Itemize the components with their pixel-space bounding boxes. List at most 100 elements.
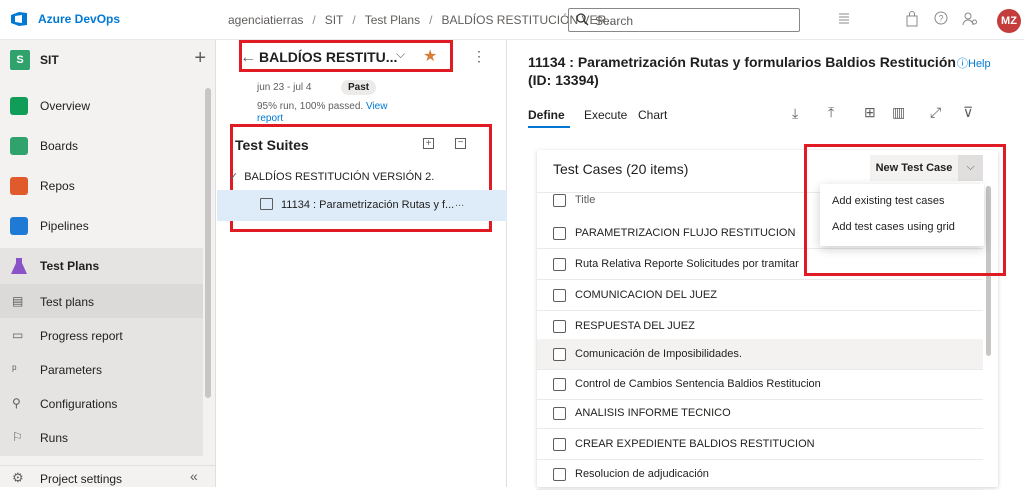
view-report-link[interactable]: View [366, 101, 388, 112]
sidebar-item-pipelines[interactable]: Pipelines [0, 208, 203, 244]
row-checkbox[interactable] [553, 348, 566, 361]
sidebar-item-label: Overview [40, 99, 91, 113]
sidebar-item-label: Pipelines [40, 219, 89, 233]
test-case-title[interactable]: PARAMETRIZACION FLUJO RESTITUCION [575, 227, 795, 239]
plan-date-range: jun 23 - jul 4 [257, 82, 312, 93]
azure-devops-logo-icon[interactable] [10, 11, 28, 27]
test-cases-title: Test Cases (20 items) [553, 161, 689, 177]
test-plans-flask-icon [11, 258, 27, 274]
suite-root[interactable]: ✓ BALDÍOS RESTITUCIÓN VERSIÓN 2. [229, 170, 434, 183]
row-checkbox[interactable] [553, 258, 566, 271]
test-case-title[interactable]: ANALISIS INFORME TECNICO [575, 407, 731, 419]
project-badge: S [10, 50, 30, 70]
breadcrumb-project[interactable]: SIT [325, 13, 344, 27]
sidebar-item-test-plans[interactable]: Test Plans [0, 248, 203, 284]
chevron-down-icon[interactable]: ⌵ [396, 47, 405, 62]
sidebar-item-label: Repos [40, 179, 75, 193]
sidebar-item-label: Test Plans [40, 259, 100, 273]
sidebar-item-repos[interactable]: Repos [0, 168, 203, 204]
row-checkbox[interactable] [553, 438, 566, 451]
table-row[interactable]: RESPUESTA DEL JUEZ [537, 311, 983, 342]
table-row[interactable]: COMUNICACION DEL JUEZ [537, 280, 983, 311]
gear-icon[interactable]: ⚙ [12, 470, 24, 486]
table-row[interactable]: Control de Cambios Sentencia Baldios Res… [537, 369, 983, 400]
favorite-star-icon[interactable]: ★ [423, 46, 437, 66]
project-settings-link[interactable]: Project settings [40, 472, 122, 486]
search-input[interactable]: Search [568, 8, 800, 32]
column-title-header[interactable]: Title [575, 194, 595, 206]
sidebar-item-label: Runs [40, 431, 69, 445]
list-settings-icon[interactable] [837, 11, 851, 25]
table-row[interactable]: ANALISIS INFORME TECNICO [537, 398, 983, 429]
suite-more-icon[interactable]: ... [455, 197, 464, 209]
runs-icon: ⚐ [12, 430, 23, 444]
more-options-icon[interactable]: ⋮ [472, 48, 486, 65]
test-suites-heading: Test Suites [235, 137, 309, 153]
repos-icon [10, 177, 28, 195]
help-circle-icon[interactable]: ? [934, 11, 948, 25]
test-case-title[interactable]: COMUNICACION DEL JUEZ [575, 289, 717, 301]
sidebar-item-overview[interactable]: Overview [0, 88, 203, 124]
brand-name[interactable]: Azure DevOps [38, 12, 120, 26]
suite-folder-icon [260, 198, 273, 210]
suite-child-row[interactable]: 11134 : Parametrización Rutas y f... ... [217, 190, 507, 221]
sidebar-scrollbar[interactable] [205, 88, 211, 398]
marketplace-bag-icon[interactable] [905, 11, 919, 27]
tab-define[interactable]: Define [528, 108, 565, 122]
test-case-title[interactable]: Control de Cambios Sentencia Baldios Res… [575, 378, 821, 390]
breadcrumb-test-plans[interactable]: Test Plans [365, 13, 420, 27]
search-placeholder: Search [595, 14, 634, 28]
upload-icon[interactable]: ⤒ [828, 104, 834, 121]
boards-icon [10, 137, 28, 155]
active-tab-indicator [528, 126, 570, 128]
status-badge: Past [341, 80, 377, 95]
test-case-title[interactable]: Ruta Relativa Reporte Solicitudes por tr… [575, 258, 799, 270]
select-all-checkbox[interactable] [553, 194, 566, 207]
sidebar-item-boards[interactable]: Boards [0, 128, 203, 164]
row-checkbox[interactable] [553, 378, 566, 391]
highlight-box-menu [804, 144, 1006, 276]
top-bar: Azure DevOps agenciatierras / SIT / Test Pla… [0, 0, 1024, 40]
test-case-title[interactable]: Resolucion de adjudicación [575, 468, 709, 480]
tab-execute[interactable]: Execute [584, 108, 627, 122]
view-report-link-2[interactable]: report [257, 113, 283, 124]
sidebar-item-configurations[interactable]: ⚲ Configurations [0, 386, 203, 422]
plan-title[interactable]: BALDÍOS RESTITU... [259, 49, 397, 65]
row-checkbox[interactable] [553, 468, 566, 481]
expand-all-icon[interactable]: + [423, 138, 434, 149]
sidebar-item-progress-report[interactable]: ▭ Progress report [0, 318, 203, 354]
fullscreen-icon[interactable]: ⤢ [930, 104, 941, 121]
sidebar-item-label: Test plans [40, 295, 95, 309]
add-icon[interactable]: + [194, 47, 206, 70]
row-checkbox[interactable] [553, 320, 566, 333]
table-row[interactable]: Comunicación de Imposibilidades. [537, 339, 983, 370]
sidebar-item-parameters[interactable]: ᵖ Parameters [0, 352, 203, 388]
project-selector[interactable]: S SIT + [8, 47, 208, 72]
user-settings-icon[interactable] [962, 11, 978, 27]
help-link[interactable]: ⓘHelp [957, 55, 991, 71]
filter-icon[interactable]: ⊽ [963, 104, 973, 121]
breadcrumb-org[interactable]: agenciatierras [228, 13, 303, 27]
row-checkbox[interactable] [553, 227, 566, 240]
grid-view-icon[interactable]: ⊞ [864, 104, 876, 121]
test-case-title[interactable]: Comunicación de Imposibilidades. [575, 348, 742, 360]
collapse-all-icon[interactable]: − [455, 138, 466, 149]
table-row[interactable]: Resolucion de adjudicación [537, 459, 983, 490]
chevron-expanded-icon[interactable]: ✓ [229, 171, 238, 183]
test-case-title[interactable]: CREAR EXPEDIENTE BALDIOS RESTITUCION [575, 438, 815, 450]
tab-chart[interactable]: Chart [638, 108, 667, 122]
download-icon[interactable]: ⤓ [792, 105, 798, 122]
test-case-title[interactable]: RESPUESTA DEL JUEZ [575, 320, 695, 332]
project-name[interactable]: SIT [40, 53, 59, 67]
sidebar-item-label: Configurations [40, 397, 118, 411]
sidebar-item-runs[interactable]: ⚐ Runs [0, 420, 203, 456]
table-row[interactable]: CREAR EXPEDIENTE BALDIOS RESTITUCION [537, 429, 983, 460]
suite-title: 11134 : Parametrización Rutas y formular… [528, 54, 956, 70]
column-options-icon[interactable]: ▥ [892, 104, 905, 121]
sidebar-item-test-plans-sub[interactable]: ▤ Test plans [0, 284, 203, 320]
row-checkbox[interactable] [553, 407, 566, 420]
collapse-sidebar-icon[interactable]: « [190, 468, 198, 484]
row-checkbox[interactable] [553, 289, 566, 302]
user-avatar[interactable]: MZ [997, 9, 1021, 33]
pipelines-icon [10, 217, 28, 235]
